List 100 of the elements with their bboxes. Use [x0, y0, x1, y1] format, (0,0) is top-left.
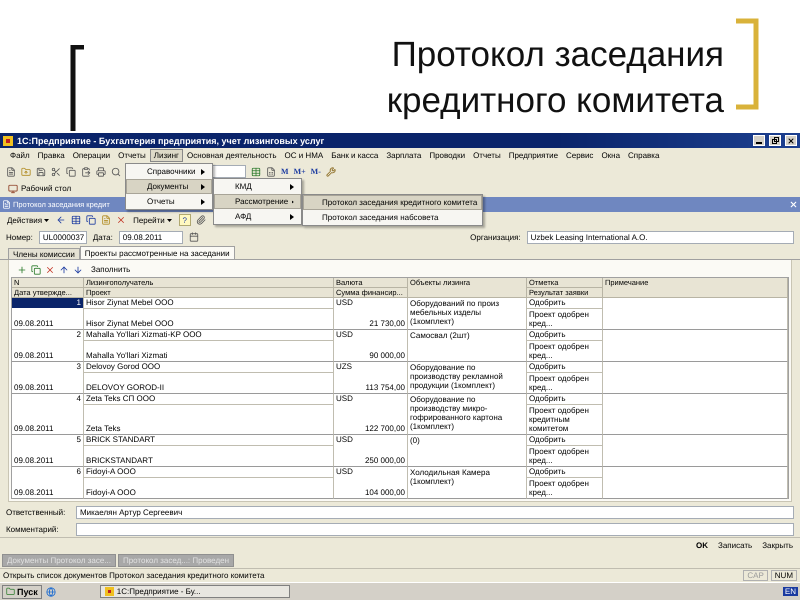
menu-item[interactable]: Зарплата [382, 149, 426, 162]
help-button[interactable]: ? [178, 214, 191, 226]
tab[interactable]: Члены комиссии [8, 248, 80, 259]
table-cell-text: 21 730,00 [368, 319, 406, 329]
table-cell-text: USD [335, 298, 354, 308]
tools-icon[interactable] [326, 166, 336, 176]
new-document-icon[interactable] [6, 166, 16, 176]
menu-item[interactable]: Справка [624, 149, 664, 162]
close-button[interactable] [785, 135, 797, 146]
table-cell-text: USD [335, 394, 354, 404]
table-cell: Одобрить [527, 330, 602, 341]
table-cell-text: 09.08.2011 [13, 456, 54, 466]
table-cell-text: Проект одобрен кредитным комитетом [528, 405, 590, 434]
form-button[interactable]: Записать [714, 540, 756, 551]
menu-item[interactable]: Протокол заседания кредитного комитета [303, 195, 482, 210]
table-cell-text: 09.08.2011 [13, 319, 54, 329]
delete-row-icon[interactable] [45, 264, 55, 274]
printer-icon[interactable] [96, 166, 106, 176]
table-cell-text: (0) [409, 435, 421, 446]
table-cell-text: 5 [76, 435, 82, 445]
form-button[interactable]: OK [692, 540, 712, 551]
menu-item[interactable]: Банк и касса [327, 149, 382, 162]
menu-item[interactable]: Отчеты [114, 149, 150, 162]
comment-field[interactable] [76, 523, 794, 536]
table-cell-text: 3 [76, 362, 82, 372]
close-icon[interactable] [789, 200, 798, 209]
memory-button[interactable]: M- [310, 167, 321, 176]
table-cell-text: Mahalla Yo'llari Xizmati [85, 351, 169, 361]
menu-item[interactable]: Документы [126, 179, 212, 194]
arrow-up-icon[interactable] [59, 264, 69, 274]
actions-dropdown[interactable]: Действия [5, 216, 52, 224]
menu-item[interactable]: Основная деятельность [182, 149, 280, 162]
memory-button[interactable]: M+ [294, 167, 306, 176]
restore-button[interactable] [769, 135, 781, 146]
menu-item[interactable]: АФД [214, 209, 301, 224]
open-folder-icon[interactable] [21, 166, 31, 176]
window-title: 1С:Предприятие - Бухгалтерия предприятия, учет лизинговых услуг [17, 136, 324, 146]
table-cell: 1 [12, 298, 83, 308]
menu-item[interactable]: Окна [597, 149, 624, 162]
taskbar-button[interactable]: 1С:Предприятие - Бу... [100, 585, 290, 598]
tab[interactable]: Проекты рассмотренные на заседании [80, 246, 235, 259]
desktop-icon [8, 184, 18, 194]
table-cell-text: Zeta Teks [85, 424, 122, 434]
copy-row-icon[interactable] [31, 264, 41, 274]
menu-item[interactable]: Рассмотрение [214, 194, 301, 209]
number-label: Номер: [6, 232, 33, 242]
minimize-button[interactable] [753, 135, 765, 146]
copy-icon[interactable] [86, 215, 96, 225]
memory-button[interactable]: M [281, 167, 289, 176]
save-icon[interactable] [36, 166, 46, 176]
scissors-icon[interactable] [51, 166, 61, 176]
calendar-icon[interactable] [188, 232, 199, 242]
goto-dropdown[interactable]: Перейти [131, 216, 174, 224]
desktop-button[interactable]: Рабочий стол [6, 182, 74, 194]
spreadsheet-icon[interactable] [266, 166, 276, 176]
menu-item[interactable]: Сервис [562, 149, 598, 162]
organization-field[interactable]: Uzbek Leasing International A.O. [526, 230, 794, 244]
responsible-field[interactable]: Микаелян Артур Сергеевич [76, 506, 794, 519]
table-cell: Delovoy Gorod OOO [84, 362, 333, 373]
table-cell-text: UZS [335, 362, 353, 372]
browser-icon[interactable] [46, 586, 56, 596]
table-icon[interactable] [251, 166, 261, 176]
table-cell-text: 250 000,00 [364, 456, 406, 466]
status-text: Открыть список документов Протокол заседания кредитного комитета [3, 571, 264, 580]
menu-item[interactable]: Отчеты [126, 194, 212, 209]
table-cell-text: Проект одобрен кред... [528, 341, 590, 361]
menu-item[interactable]: Файл [6, 149, 34, 162]
copy-icon[interactable] [66, 166, 76, 176]
paperclip-icon[interactable] [196, 215, 206, 225]
menu-item[interactable]: Справочники [126, 164, 212, 179]
fill-button[interactable]: Заполнить [87, 264, 134, 275]
start-button[interactable]: Пуск [2, 584, 42, 598]
search-icon[interactable] [111, 166, 121, 176]
menu-item[interactable]: ОС и НМА [280, 149, 328, 162]
menu-item[interactable]: Проводки [425, 149, 470, 162]
add-row-icon[interactable] [17, 264, 27, 274]
arrow-down-icon[interactable] [73, 264, 83, 274]
menu-item[interactable]: Правка [34, 149, 69, 162]
language-indicator[interactable]: EN [782, 587, 798, 596]
paste-icon[interactable] [81, 166, 91, 176]
delete-icon[interactable] [116, 215, 126, 225]
arrow-left-icon[interactable] [56, 215, 66, 225]
submenu-arrow-icon [290, 184, 294, 190]
menu-item[interactable]: Предприятие [504, 149, 562, 162]
menu-item[interactable]: Протокол заседания набсовета [303, 210, 482, 225]
table-cell: Одобрить [527, 298, 602, 309]
table-cell-text: 09.08.2011 [13, 383, 54, 393]
form-button[interactable]: Закрыть [758, 540, 797, 551]
table-cell: Mahalla Yo'llari Xizmati-KP OOO [84, 330, 333, 341]
slide-title: кредитного комитета [386, 80, 724, 122]
menu-item[interactable]: Отчеты [469, 149, 505, 162]
menu-item[interactable]: Лизинг [150, 149, 183, 162]
number-field[interactable]: UL0000037 [38, 230, 87, 244]
date-field[interactable]: 09.08.2011 [118, 230, 183, 244]
table-icon[interactable] [71, 215, 82, 225]
menu-item[interactable]: КМД [214, 179, 301, 194]
document-icon[interactable] [101, 215, 112, 225]
status-indicator: CAP [743, 570, 768, 581]
table-cell-text: Оборудований по произ мебельных изделы (1комплект) [409, 298, 500, 327]
menu-item[interactable]: Операции [68, 149, 114, 162]
